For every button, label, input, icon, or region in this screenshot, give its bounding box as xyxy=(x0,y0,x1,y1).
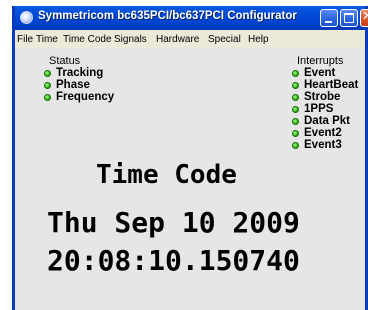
interrupt-heartbeat: HeartBeat xyxy=(292,79,358,91)
interrupts-heading: Interrupts xyxy=(297,55,344,67)
interrupt-event: Event xyxy=(292,67,335,79)
app-icon xyxy=(20,11,33,24)
indicator-led-icon xyxy=(292,93,299,101)
interrupt-label: Event xyxy=(304,67,336,79)
status-heading: Status xyxy=(49,55,81,67)
indicator-led-icon xyxy=(292,69,299,77)
status-tracking: Tracking xyxy=(44,67,103,79)
menu-file[interactable]: File xyxy=(17,34,33,45)
maximize-button[interactable] xyxy=(340,9,358,27)
menu-signals[interactable]: Signals xyxy=(114,34,147,45)
indicator-led-icon xyxy=(292,81,299,89)
status-frequency: Frequency xyxy=(44,91,114,103)
window-title: Symmetricom bc635PCI/bc637PCI Configurat… xyxy=(38,10,297,22)
interrupt-strobe: Strobe xyxy=(292,91,340,103)
menu-time-code[interactable]: Time Code xyxy=(63,34,112,45)
date-display: Thu Sep 10 2009 xyxy=(47,206,300,239)
configurator-window: Symmetricom bc635PCI/bc637PCI Configurat… xyxy=(12,6,368,310)
status-phase: Phase xyxy=(44,79,90,91)
interrupt-label: HeartBeat xyxy=(304,79,359,91)
interrupt-label: Event3 xyxy=(304,139,342,151)
status-label: Frequency xyxy=(56,91,115,103)
indicator-led-icon xyxy=(292,117,299,125)
menu-hardware[interactable]: Hardware xyxy=(156,34,199,45)
menu-special[interactable]: Special xyxy=(208,34,241,45)
indicator-led-icon xyxy=(44,93,51,101)
menu-bar: File Time Time Code Signals Hardware Spe… xyxy=(15,30,365,48)
minimize-button[interactable] xyxy=(320,9,338,27)
interrupt-label: Strobe xyxy=(304,91,341,103)
close-button[interactable] xyxy=(360,9,368,27)
interrupt-data-pkt: Data Pkt xyxy=(292,115,350,127)
indicator-led-icon xyxy=(292,141,299,149)
indicator-led-icon xyxy=(44,69,51,77)
title-bar[interactable]: Symmetricom bc635PCI/bc637PCI Configurat… xyxy=(15,6,368,30)
interrupt-event3: Event3 xyxy=(292,139,342,151)
indicator-led-icon xyxy=(44,81,51,89)
menu-help[interactable]: Help xyxy=(248,34,269,45)
menu-time[interactable]: Time xyxy=(36,34,58,45)
interrupt-label: Event2 xyxy=(304,127,342,139)
indicator-led-icon xyxy=(292,129,299,137)
interrupt-label: Data Pkt xyxy=(304,115,351,127)
time-code-heading: Time Code xyxy=(96,160,237,190)
interrupt-label: 1PPS xyxy=(304,103,334,115)
main-panel: Status Tracking Phase Frequency Interrup… xyxy=(15,48,365,310)
interrupt-1pps: 1PPS xyxy=(292,103,333,115)
interrupt-event2: Event2 xyxy=(292,127,342,139)
indicator-led-icon xyxy=(292,105,299,113)
status-label: Tracking xyxy=(56,67,104,79)
time-display: 20:08:10.150740 xyxy=(47,244,300,277)
status-label: Phase xyxy=(56,79,90,91)
